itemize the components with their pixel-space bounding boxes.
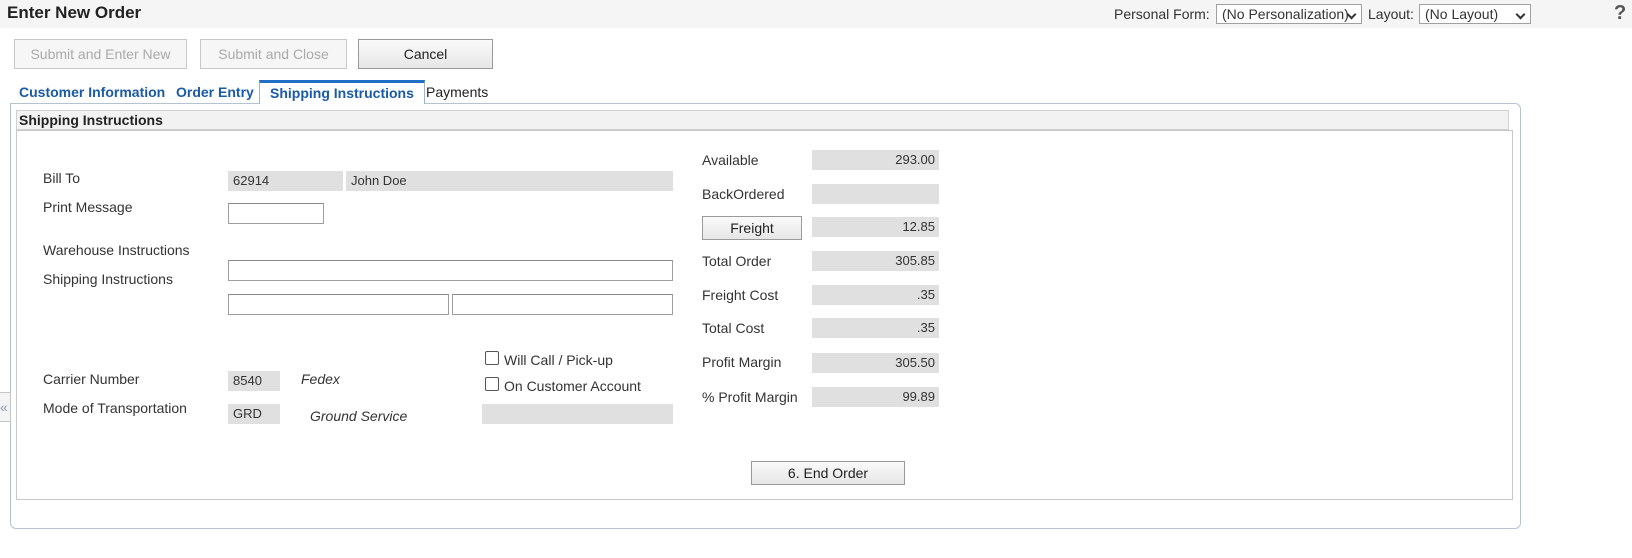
end-order-button[interactable]: 6. End Order <box>751 461 905 485</box>
total-order-value: 305.85 <box>812 251 939 271</box>
total-cost-label: Total Cost <box>702 320 765 336</box>
available-value: 293.00 <box>812 150 939 170</box>
total-cost-value: .35 <box>812 318 939 338</box>
tab-customer-information[interactable]: Customer Information <box>9 81 175 103</box>
shipping-instructions-label: Shipping Instructions <box>43 271 173 287</box>
submit-and-enter-new-button[interactable]: Submit and Enter New <box>14 39 187 69</box>
backordered-label: BackOrdered <box>702 186 785 202</box>
bill-to-label: Bill To <box>43 170 81 186</box>
shipping-instructions-line2b-input[interactable] <box>452 294 673 315</box>
personal-form-label: Personal Form: <box>1114 6 1210 22</box>
tab-shipping-instructions[interactable]: Shipping Instructions <box>259 80 425 104</box>
submit-and-close-button[interactable]: Submit and Close <box>200 39 347 69</box>
help-icon[interactable]: ? <box>1614 2 1626 25</box>
shipping-instructions-line1-input[interactable] <box>228 260 673 281</box>
section-title: Shipping Instructions <box>19 112 163 128</box>
print-message-input[interactable] <box>228 203 324 224</box>
freight-button[interactable]: Freight <box>702 216 802 240</box>
mode-extra-field <box>482 404 673 424</box>
carrier-number-value: 8540 <box>228 371 280 391</box>
available-label: Available <box>702 152 759 168</box>
mode-of-transportation-label: Mode of Transportation <box>43 400 187 416</box>
on-customer-account-checkbox[interactable] <box>485 377 499 391</box>
warehouse-instructions-label: Warehouse Instructions <box>43 242 190 258</box>
print-message-label: Print Message <box>43 199 133 215</box>
bill-to-number: 62914 <box>228 171 343 191</box>
page-title: Enter New Order <box>7 3 142 22</box>
tab-order-entry[interactable]: Order Entry <box>166 81 264 103</box>
collapse-icon[interactable]: « <box>0 392 11 422</box>
freight-cost-label: Freight Cost <box>702 287 779 303</box>
freight-cost-value: .35 <box>812 285 939 305</box>
carrier-name: Fedex <box>301 371 340 387</box>
on-customer-account-label: On Customer Account <box>504 378 641 394</box>
backordered-value <box>812 184 939 204</box>
profit-margin-label: Profit Margin <box>702 354 782 370</box>
pct-profit-margin-label: % Profit Margin <box>702 389 798 405</box>
shipping-instructions-line2a-input[interactable] <box>228 294 449 315</box>
pct-profit-margin-value: 99.89 <box>812 387 939 407</box>
layout-value: (No Layout) <box>1425 6 1499 22</box>
personal-form-select[interactable]: (No Personalization) <box>1216 4 1362 24</box>
total-order-label: Total Order <box>702 253 772 269</box>
tab-payments[interactable]: Payments <box>416 81 498 103</box>
mode-of-transportation-value: GRD <box>228 404 280 424</box>
carrier-number-label: Carrier Number <box>43 371 140 387</box>
mode-of-transportation-name: Ground Service <box>310 408 408 424</box>
will-call-checkbox[interactable] <box>485 351 499 365</box>
cancel-button[interactable]: Cancel <box>358 39 493 69</box>
layout-select[interactable]: (No Layout) <box>1419 4 1531 24</box>
bill-to-name: John Doe <box>346 171 673 191</box>
personal-form-value: (No Personalization) <box>1222 6 1349 22</box>
chevron-down-icon <box>1515 9 1526 20</box>
section-header <box>16 110 1509 130</box>
profit-margin-value: 305.50 <box>812 353 939 373</box>
freight-value: 12.85 <box>812 217 939 237</box>
will-call-label: Will Call / Pick-up <box>504 352 613 368</box>
layout-label: Layout: <box>1368 6 1414 22</box>
